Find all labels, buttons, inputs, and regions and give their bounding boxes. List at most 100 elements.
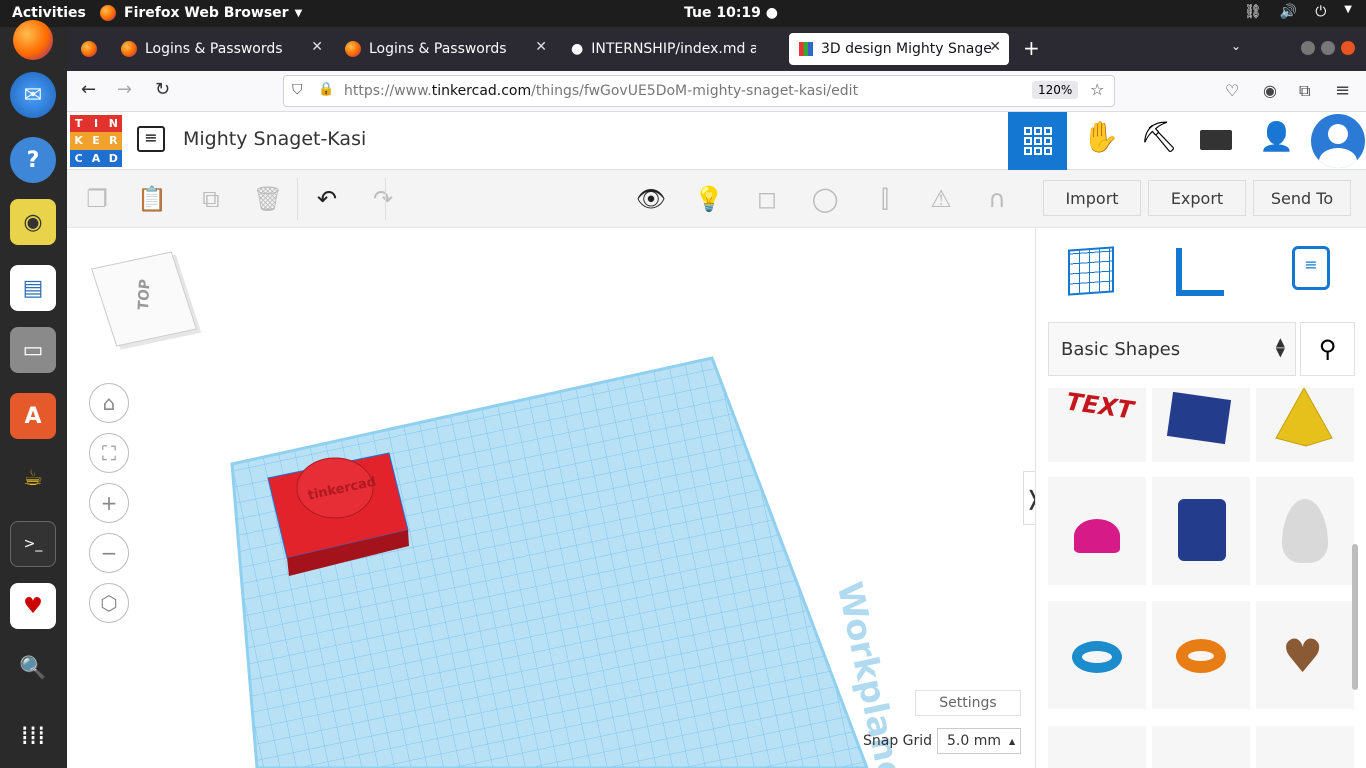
close-icon[interactable]: ✕ — [311, 39, 323, 55]
writer-icon[interactable]: ▤ — [10, 265, 56, 311]
shapes-panel: ≡ Basic Shapes ▲ ▼ ⚲ TEXT ♥ — [1035, 228, 1366, 768]
menu-icon[interactable]: ≡ — [1335, 80, 1350, 101]
clock[interactable]: Tue 10:19 ● — [684, 5, 778, 21]
solid-shape-icon[interactable]: ◻ — [749, 180, 785, 218]
extensions-icon[interactable]: ⧉ — [1299, 81, 1310, 101]
shape-category-select[interactable]: Basic Shapes ▲ ▼ — [1048, 322, 1296, 376]
import-button[interactable]: Import — [1043, 180, 1141, 216]
panel-scrollbar[interactable] — [1352, 544, 1358, 690]
shape-text[interactable]: TEXT — [1048, 387, 1146, 462]
blocks-hand-icon[interactable]: ✋ — [1082, 120, 1119, 155]
shape-paraboloid[interactable] — [1256, 477, 1354, 585]
toolbar-divider — [297, 178, 298, 220]
shape-torus[interactable] — [1048, 601, 1146, 709]
shape-half-sphere[interactable] — [1048, 477, 1146, 585]
grid-view-button[interactable] — [1008, 112, 1067, 170]
tab-github[interactable]: ● INTERNSHIP/index.md at — [561, 33, 783, 65]
shape-search-button[interactable]: ⚲ — [1300, 322, 1355, 376]
grid-view-icon — [1023, 127, 1052, 155]
bookmark-star-icon[interactable]: ☆ — [1090, 80, 1104, 99]
close-icon[interactable]: ✕ — [535, 39, 547, 55]
github-icon: ● — [571, 41, 584, 57]
shape-row-partial[interactable] — [1256, 726, 1354, 768]
tab-label: 3D design Mighty Snaget — [821, 41, 991, 57]
lock-icon: 🔒 — [318, 82, 335, 97]
settings-button[interactable]: Settings — [915, 690, 1021, 716]
shape-polygon[interactable] — [1152, 388, 1250, 462]
clock-text: Tue 10:19 — [684, 5, 761, 21]
tab-list-icon[interactable]: ⌄ — [1231, 39, 1241, 53]
teapot-icon[interactable]: ☕ — [10, 455, 56, 501]
software-icon[interactable]: A — [10, 393, 56, 439]
search-tool-icon[interactable]: 🔍 — [10, 645, 56, 691]
firefox-icon — [121, 41, 137, 57]
forward-icon[interactable]: → — [117, 79, 132, 100]
notes-icon[interactable]: ≡ — [1292, 246, 1330, 290]
firefox-icon — [100, 5, 116, 21]
shape-hexagonal-prism[interactable] — [1152, 477, 1250, 585]
triangle-up-icon: ▲ — [1009, 736, 1016, 746]
duplicate-icon[interactable]: ⧉ — [193, 180, 229, 218]
pocket-icon[interactable]: ♡ — [1225, 81, 1239, 100]
help-icon[interactable]: ? — [10, 137, 56, 183]
tab-strip: Logins & Passwords ✕ Logins & Passwords … — [67, 27, 1366, 71]
files-icon[interactable]: ▭ — [10, 327, 56, 373]
close-icon[interactable]: ✕ — [989, 39, 1001, 55]
redo-icon[interactable]: ↷ — [365, 180, 401, 218]
workplane-area[interactable]: TOP ⌂ ⛶ + − ⬡ Workplane tinkercad Settin… — [67, 228, 1035, 768]
shape-heart[interactable]: ♥ — [1256, 601, 1354, 709]
tab-tinkercad[interactable]: 3D design Mighty Snaget ✕ — [789, 33, 1009, 65]
cards-icon[interactable]: ♥ — [10, 583, 56, 629]
tab-logins-1[interactable]: Logins & Passwords ✕ — [111, 33, 331, 65]
close-window-icon[interactable] — [1341, 41, 1355, 55]
app-grid-icon[interactable]: ⁞⁞⁞ — [10, 713, 56, 759]
app-menu[interactable]: Firefox Web Browser ▼ — [100, 5, 302, 21]
new-tab-icon[interactable]: + — [1023, 36, 1040, 60]
copy-icon[interactable]: ❐ — [79, 180, 115, 218]
snap-grid-select[interactable]: 5.0 mm ▲ — [937, 728, 1021, 754]
notes-eye-icon[interactable]: 👁 — [633, 180, 669, 218]
shape-pyramid[interactable] — [1256, 386, 1354, 462]
add-user-icon[interactable]: 👤 — [1259, 120, 1294, 153]
align-icon[interactable]: ⫿ — [867, 180, 903, 218]
volume-icon: 🔊 — [1279, 4, 1298, 20]
firefox-dock-icon[interactable] — [10, 17, 56, 63]
rhythmbox-icon[interactable]: ◉ — [10, 199, 56, 245]
avatar[interactable] — [1311, 114, 1365, 168]
send-to-button[interactable]: Send To — [1253, 180, 1351, 216]
export-button[interactable]: Export — [1148, 180, 1246, 216]
url-bar[interactable]: ⛉ 🔒 https://www.tinkercad.com/things/fwG… — [283, 75, 1115, 107]
red-box-shape[interactable]: tinkercad — [263, 450, 423, 590]
power-icon: ⏻ — [1315, 4, 1327, 20]
design-title[interactable]: Mighty Snaget-Kasi — [183, 128, 366, 150]
bricks-icon[interactable] — [1200, 130, 1232, 150]
minecraft-pickaxe-icon[interactable]: ⛏ — [1140, 120, 1178, 155]
mirror-icon[interactable]: ⚠ — [923, 180, 959, 218]
lightbulb-icon[interactable]: 💡 — [691, 180, 727, 218]
magnet-icon[interactable]: ∩ — [979, 180, 1015, 218]
hole-shape-icon[interactable]: ◯ — [807, 180, 843, 218]
shape-tube[interactable] — [1152, 601, 1250, 709]
undo-icon[interactable]: ↶ — [309, 180, 345, 218]
tinkercad-logo[interactable]: TIN KER CAD — [70, 115, 122, 167]
zoom-level[interactable]: 120% — [1032, 81, 1079, 99]
paste-icon[interactable]: 📋 — [134, 180, 170, 218]
maximize-icon[interactable] — [1321, 41, 1335, 55]
nav-bar: ← → ↻ ⛉ 🔒 https://www.tinkercad.com/thin… — [67, 71, 1366, 112]
design-list-icon[interactable]: ≡ — [137, 126, 165, 152]
system-tray[interactable]: ⛓ 🔊 ⏻ ▼ — [1244, 4, 1352, 20]
tab-logins-2[interactable]: Logins & Passwords ✕ — [335, 33, 555, 65]
workplane-icon[interactable] — [1068, 246, 1114, 296]
back-icon[interactable]: ← — [81, 79, 96, 100]
minimize-icon[interactable] — [1301, 41, 1315, 55]
shape-row-partial[interactable] — [1152, 726, 1250, 768]
ruler-icon[interactable] — [1176, 248, 1224, 296]
terminal-icon[interactable]: >_ — [10, 521, 56, 567]
account-icon[interactable]: ◉ — [1263, 81, 1277, 100]
delete-icon[interactable]: 🗑 — [250, 180, 286, 218]
reload-icon[interactable]: ↻ — [155, 79, 170, 100]
shield-icon: ⛉ — [292, 82, 303, 98]
pinned-tab[interactable] — [71, 33, 107, 65]
shape-row-partial[interactable] — [1048, 726, 1146, 768]
thunderbird-icon[interactable]: ✉ — [10, 72, 56, 118]
